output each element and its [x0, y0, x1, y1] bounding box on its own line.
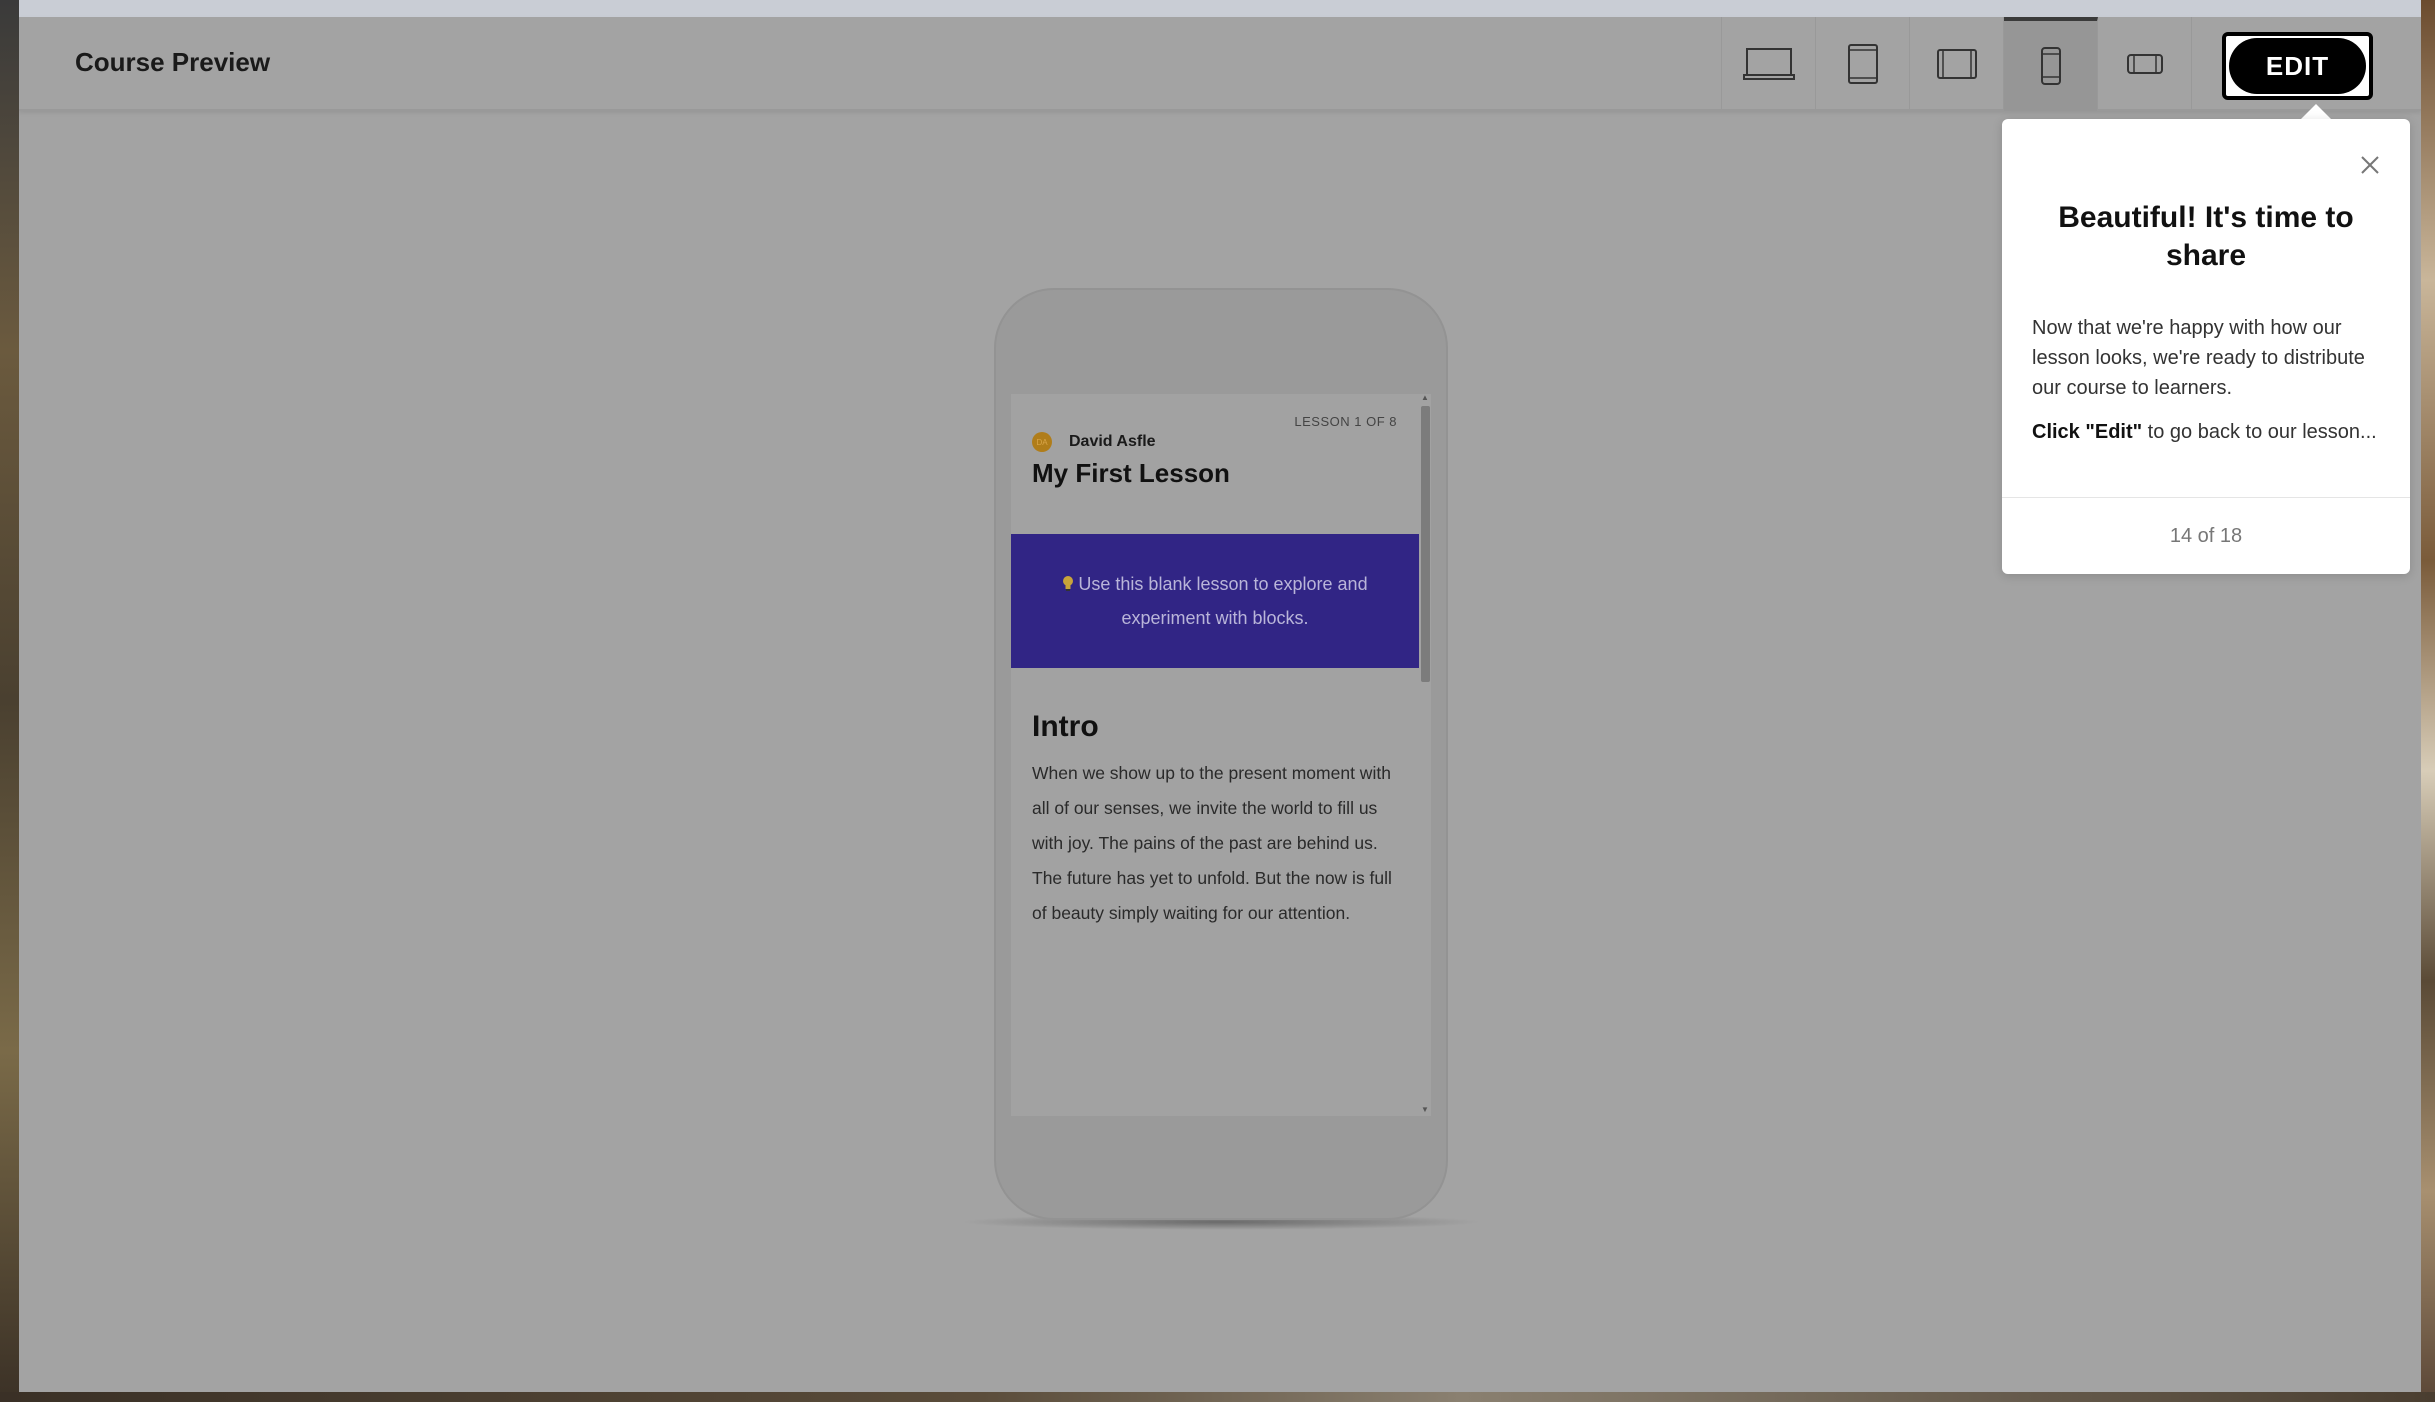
preview-header: Course Preview EDIT — [19, 17, 2421, 111]
lesson-count: LESSON 1 OF 8 — [1294, 414, 1397, 429]
tablet-portrait-icon — [1847, 44, 1878, 84]
section-body: When we show up to the present moment wi… — [1032, 763, 1392, 923]
popover-text-2: Click "Edit" to go back to our lesson... — [2032, 417, 2392, 447]
lesson-callout: Use this blank lesson to explore and exp… — [1011, 534, 1419, 668]
popover-click-word: Click — [2032, 421, 2080, 443]
mobile-landscape-icon — [2126, 54, 2163, 74]
scroll-down-arrow-icon[interactable]: ▼ — [1421, 1106, 1429, 1114]
preview-scrollbar[interactable]: ▲ ▼ — [1419, 394, 1431, 1116]
popover-text-2-rest: to go back to our lesson... — [2142, 421, 2377, 443]
lightbulb-icon — [1063, 576, 1074, 591]
popover-step-counter: 14 of 18 — [2002, 497, 2410, 574]
tablet-landscape-icon — [1936, 49, 1977, 79]
device-mobile-landscape-button[interactable] — [2098, 17, 2192, 111]
desktop-background-right — [2421, 0, 2435, 1402]
device-desktop-button[interactable] — [1722, 17, 1816, 111]
window-titlebar — [19, 0, 2421, 17]
author-name: David Asfle — [1069, 433, 1156, 450]
scroll-up-arrow-icon[interactable]: ▲ — [1421, 394, 1429, 402]
author-row: DA David Asfle — [1032, 432, 1156, 452]
popover-text-1: Now that we're happy with how our lesson… — [2032, 317, 2365, 399]
device-tablet-portrait-button[interactable] — [1816, 17, 1910, 111]
lesson-preview-screen: LESSON 1 OF 8 DA David Asfle My First Le… — [1011, 394, 1419, 1116]
device-tablet-landscape-button[interactable] — [1910, 17, 2004, 111]
lesson-title: My First Lesson — [1032, 458, 1230, 488]
phone-frame: LESSON 1 OF 8 DA David Asfle My First Le… — [994, 288, 1448, 1220]
popover-body: Now that we're happy with how our lesson… — [2032, 313, 2392, 447]
desktop-background-left — [0, 0, 19, 1402]
popover-arrow — [2300, 104, 2332, 120]
section-title: Intro — [1032, 710, 1099, 743]
desktop-background-bottom — [0, 1392, 2435, 1402]
guided-tour-popover: Beautiful! It's time to share Now that w… — [2002, 119, 2410, 574]
callout-text: Use this blank lesson to explore and exp… — [1078, 574, 1368, 628]
desktop-icon — [1742, 48, 1795, 80]
mobile-portrait-icon — [2040, 47, 2061, 85]
edit-button-highlight: EDIT — [2222, 32, 2373, 100]
edit-button[interactable]: EDIT — [2229, 38, 2366, 94]
close-icon[interactable] — [2358, 153, 2382, 177]
device-switcher — [1721, 17, 2192, 111]
page-title: Course Preview — [75, 47, 271, 77]
popover-edit-quote: "Edit" — [2085, 421, 2143, 443]
callout-text-wrap: Use this blank lesson to explore and exp… — [1041, 567, 1389, 635]
popover-title: Beautiful! It's time to share — [2058, 201, 2354, 272]
scroll-thumb[interactable] — [1421, 406, 1430, 682]
device-mobile-portrait-button[interactable] — [2004, 17, 2098, 111]
app-window: Course Preview EDIT LESSON 1 OF 8 DA Dav… — [19, 0, 2421, 1392]
avatar: DA — [1032, 432, 1052, 452]
